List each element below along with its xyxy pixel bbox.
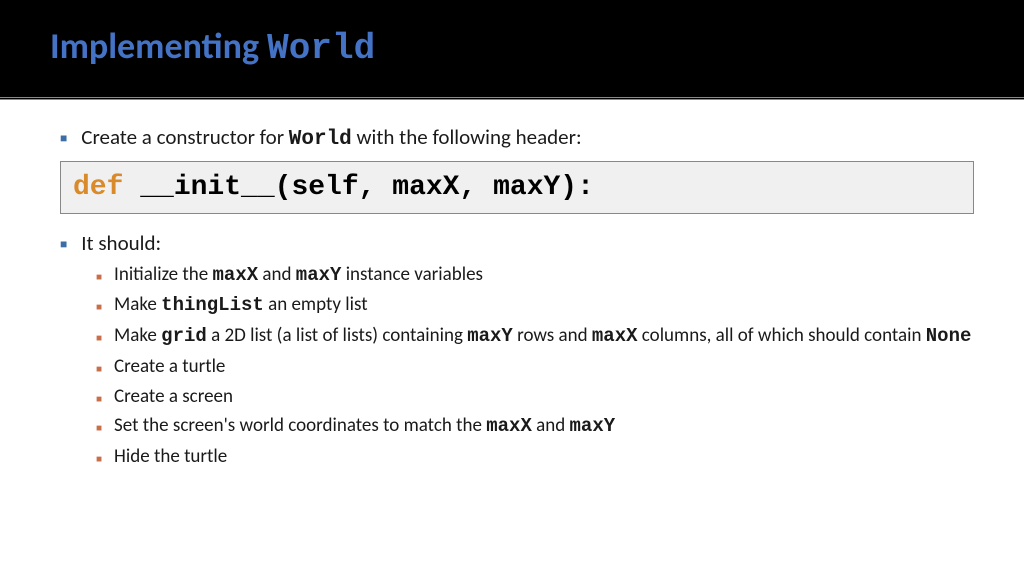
square-bullet-icon: ■: [60, 238, 67, 253]
square-bullet-icon: ■: [96, 332, 102, 345]
sub-item-text: Set the screen's world coordinates to ma…: [114, 414, 615, 439]
code-block: def __init__(self, maxX, maxY):: [60, 161, 974, 214]
code-keyword: def: [73, 172, 123, 203]
square-bullet-icon: ■: [60, 132, 67, 147]
sub-item-text: Hide the turtle: [114, 445, 227, 469]
square-bullet-icon: ■: [96, 393, 102, 406]
sub-item-text: Initialize the maxX and maxY instance va…: [114, 263, 483, 288]
sub-item-text: Make grid a 2D list (a list of lists) co…: [114, 324, 971, 349]
square-bullet-icon: ■: [96, 271, 102, 284]
square-bullet-icon: ■: [96, 453, 102, 466]
sub-item-6: ■ Hide the turtle: [96, 445, 974, 469]
slide-content: ■ Create a constructor for World with th…: [0, 100, 1024, 499]
square-bullet-icon: ■: [96, 301, 102, 314]
sub-item-0: ■ Initialize the maxX and maxY instance …: [96, 263, 974, 288]
code-rest: __init__(self, maxX, maxY):: [123, 172, 593, 203]
square-bullet-icon: ■: [96, 422, 102, 435]
slide-header: Implementing World: [0, 0, 1024, 100]
sub-item-1: ■ Make thingList an empty list: [96, 293, 974, 318]
should-text: It should:: [81, 230, 161, 256]
square-bullet-icon: ■: [96, 363, 102, 376]
bullet-intro: ■ Create a constructor for World with th…: [60, 124, 974, 153]
sub-item-4: ■ Create a screen: [96, 385, 974, 409]
sub-item-2: ■ Make grid a 2D list (a list of lists) …: [96, 324, 974, 349]
intro-text: Create a constructor for World with the …: [81, 124, 581, 153]
title-text: Implementing: [50, 24, 267, 68]
bullet-should: ■ It should:: [60, 230, 974, 256]
sub-item-3: ■ Create a turtle: [96, 355, 974, 379]
title-mono: World: [267, 28, 375, 69]
sub-item-text: Create a turtle: [114, 355, 225, 379]
slide-title: Implementing World: [50, 24, 974, 69]
sub-item-text: Make thingList an empty list: [114, 293, 368, 318]
sub-item-5: ■ Set the screen's world coordinates to …: [96, 414, 974, 439]
sub-item-text: Create a screen: [114, 385, 233, 409]
